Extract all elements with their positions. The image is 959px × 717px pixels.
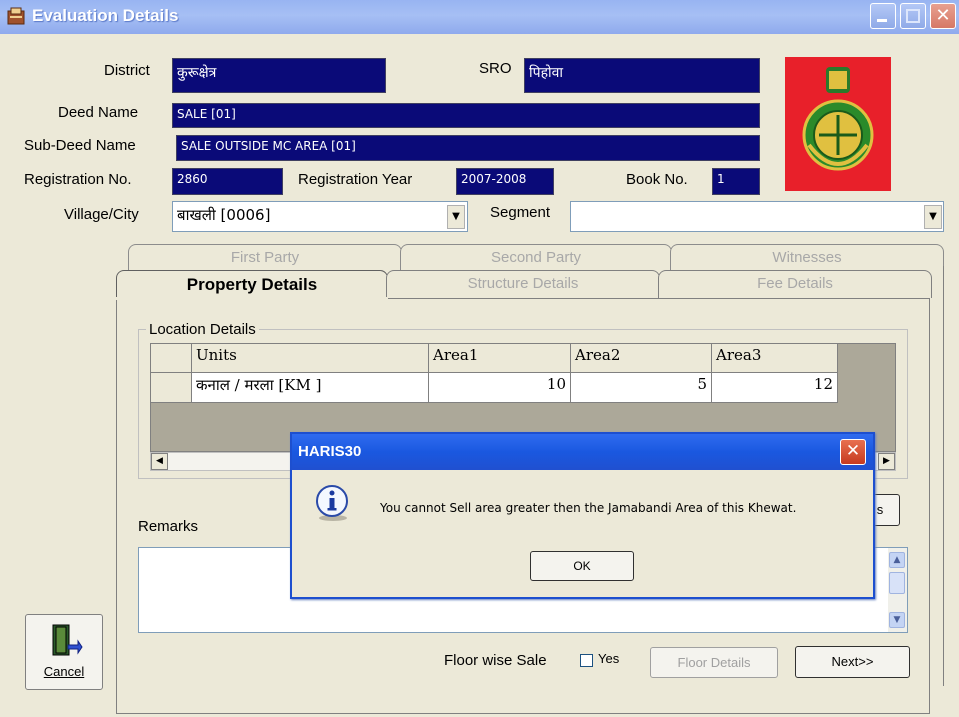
grid-cell-area3[interactable]: 12 xyxy=(712,373,838,403)
info-icon xyxy=(316,485,348,521)
chevron-down-icon[interactable]: ▼ xyxy=(924,205,942,229)
grid-header-area2[interactable]: Area2 xyxy=(571,344,712,373)
chevron-down-icon[interactable]: ▼ xyxy=(447,205,465,229)
village-city-value: बाखली [0006] xyxy=(177,206,271,224)
grid-header-units[interactable]: Units xyxy=(192,344,429,373)
segment-label: Segment xyxy=(490,204,551,221)
registration-year-field[interactable]: 2007-2008 xyxy=(456,168,554,195)
floor-wise-sale-checkbox[interactable] xyxy=(580,654,593,667)
scroll-up-icon[interactable]: ▲ xyxy=(889,552,905,568)
grid-cell-area1[interactable]: 10 xyxy=(429,373,571,403)
floor-details-button[interactable]: Floor Details xyxy=(650,647,778,678)
exit-door-icon xyxy=(52,624,83,656)
sro-label: SRO xyxy=(479,60,512,77)
grid-header-area1[interactable]: Area1 xyxy=(429,344,571,373)
tab-fee-details[interactable]: Fee Details xyxy=(658,270,932,298)
grid-cell-area2[interactable]: 5 xyxy=(571,373,712,403)
close-icon: ✕ xyxy=(845,441,861,461)
close-icon: ✕ xyxy=(935,5,951,26)
registration-no-label: Registration No. xyxy=(24,171,132,188)
registration-no-field[interactable]: 2860 xyxy=(172,168,283,195)
remarks-label: Remarks xyxy=(138,518,199,535)
emblem-icon xyxy=(802,67,874,171)
app-icon xyxy=(7,7,25,25)
back-panel-edge xyxy=(940,266,944,686)
minimize-button[interactable] xyxy=(870,3,896,29)
dialog-title: HARIS30 xyxy=(298,443,362,460)
village-city-select[interactable]: बाखली [0006] xyxy=(172,201,468,232)
cancel-label: Cancel xyxy=(43,664,85,679)
sub-deed-name-label: Sub-Deed Name xyxy=(24,137,136,154)
grid-corner xyxy=(151,344,192,373)
registration-year-label: Registration Year xyxy=(298,171,413,188)
ok-button[interactable]: OK xyxy=(530,551,634,581)
dialog-titlebar xyxy=(292,434,873,470)
maximize-button[interactable] xyxy=(900,3,926,29)
yes-label: Yes xyxy=(598,651,620,666)
sro-field[interactable]: पिहोवा xyxy=(524,58,760,93)
deed-name-field[interactable]: SALE [01] xyxy=(172,103,760,128)
scroll-right-icon[interactable]: ▶ xyxy=(878,453,895,470)
grid-header-area3[interactable]: Area3 xyxy=(712,344,838,373)
next-button[interactable]: Next>> xyxy=(795,646,910,678)
book-no-field[interactable]: 1 xyxy=(712,168,760,195)
grid-cell-units[interactable]: कनाल / मरला [KM ] xyxy=(192,373,429,403)
active-tab-join xyxy=(116,297,388,300)
close-button[interactable]: ✕ xyxy=(930,3,956,29)
cancel-button[interactable]: Cancel xyxy=(25,614,103,690)
dialog-message: You cannot Sell area greater then the Ja… xyxy=(380,501,797,515)
window-title: Evaluation Details xyxy=(32,6,179,25)
scroll-left-icon[interactable]: ◀ xyxy=(151,453,168,470)
dialog-close-button[interactable]: ✕ xyxy=(840,439,866,465)
scroll-down-icon[interactable]: ▼ xyxy=(889,612,905,628)
message-dialog: HARIS30 ✕ You cannot Sell area greater t… xyxy=(290,432,875,599)
village-city-label: Village/City xyxy=(64,206,139,223)
minimize-icon xyxy=(877,19,887,22)
location-details-label: Location Details xyxy=(146,321,259,338)
district-label: District xyxy=(104,62,150,79)
row-selector[interactable] xyxy=(151,373,192,403)
state-emblem xyxy=(785,57,891,191)
deed-name-label: Deed Name xyxy=(58,104,139,121)
tab-structure-details[interactable]: Structure Details xyxy=(386,270,660,298)
segment-select[interactable] xyxy=(570,201,944,232)
book-no-label: Book No. xyxy=(626,171,688,188)
tab-property-details[interactable]: Property Details xyxy=(116,270,388,300)
district-field[interactable]: कुरूक्षेत्र xyxy=(172,58,386,93)
maximize-icon xyxy=(906,9,920,23)
scroll-thumb[interactable] xyxy=(889,572,905,594)
floor-wise-sale-label: Floor wise Sale xyxy=(444,652,547,669)
sub-deed-name-field[interactable]: SALE OUTSIDE MC AREA [01] xyxy=(176,135,760,161)
